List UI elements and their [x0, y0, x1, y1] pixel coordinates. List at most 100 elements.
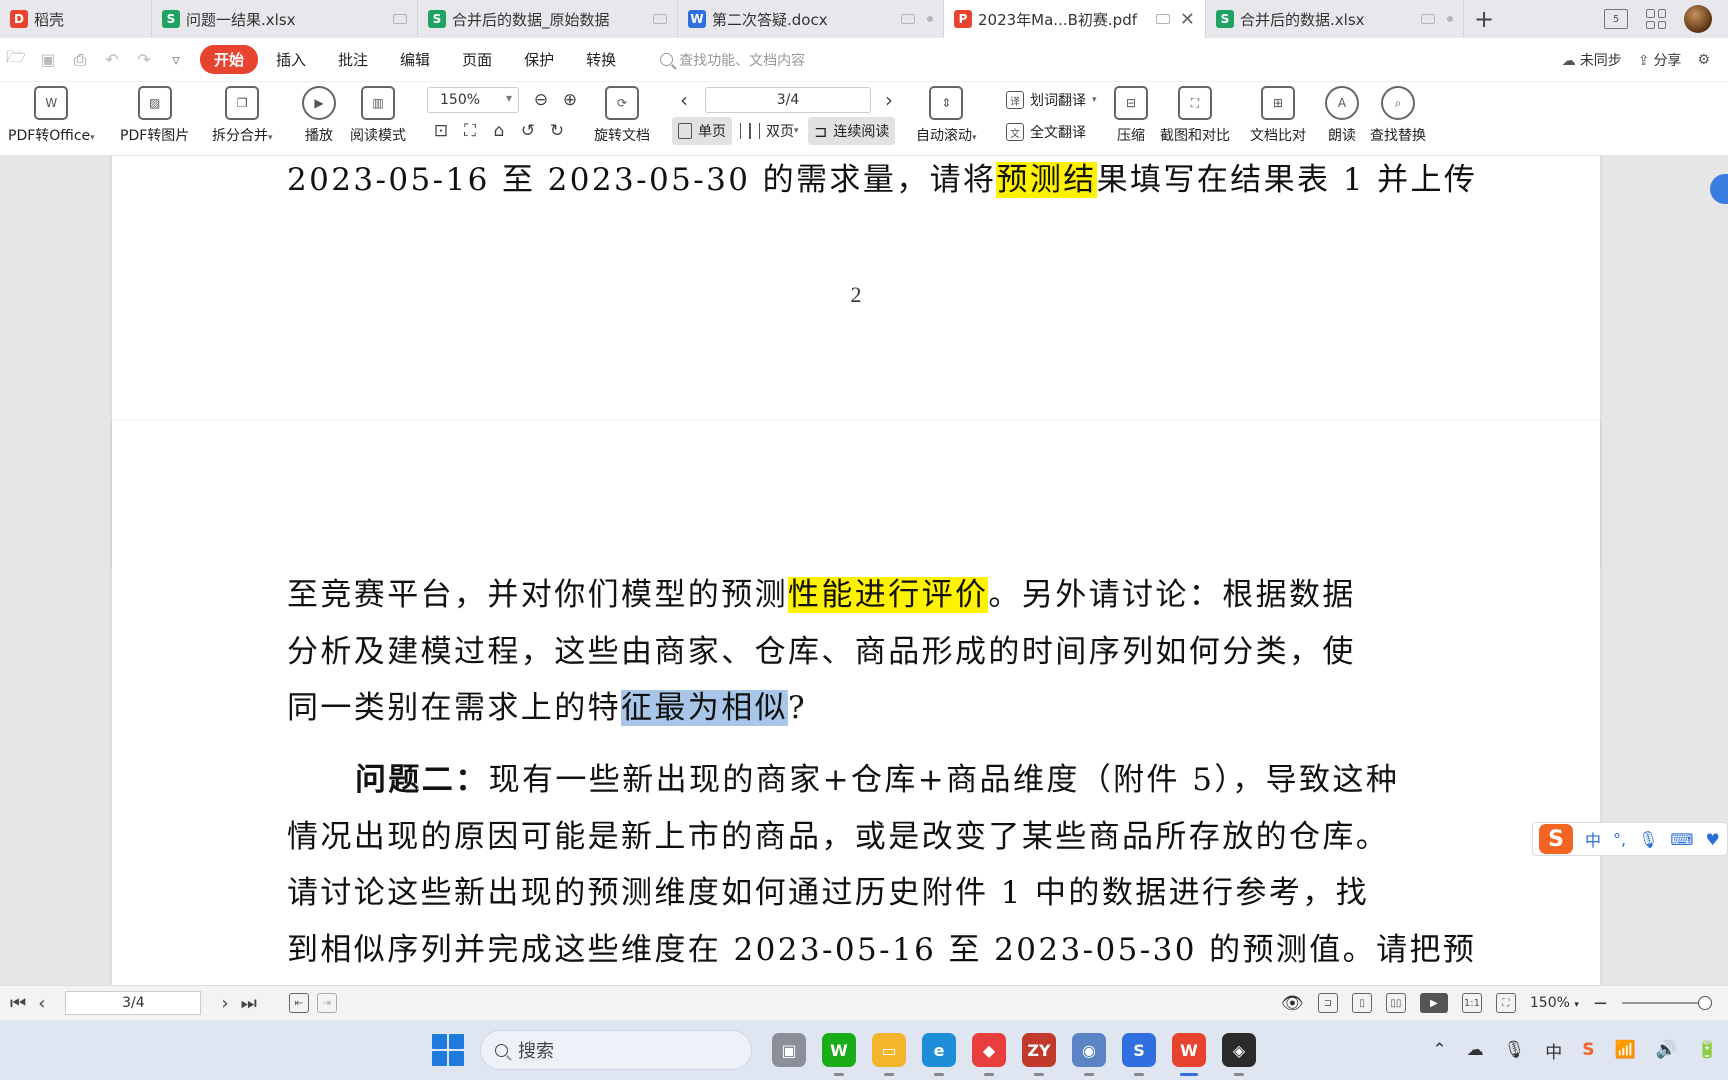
tab-qa-docx[interactable]: W 第二次答疑.docx — [678, 0, 944, 38]
tab-docer[interactable]: D 稻壳 — [0, 0, 152, 38]
window-list-icon[interactable]: 5 — [1604, 9, 1628, 29]
fit-page-icon[interactable]: ⛶ — [1495, 993, 1516, 1013]
pdf-to-office-button[interactable]: W PDF转Office▾ — [8, 86, 95, 145]
open-folder-icon[interactable]: 🗁 — [6, 46, 26, 73]
tab-merged-xlsx[interactable]: S 合并后的数据.xlsx — [1206, 0, 1464, 38]
ime-indicator[interactable]: 中 — [1545, 1038, 1562, 1063]
undo-icon[interactable]: ↶ — [102, 50, 122, 69]
screenshot-compare-button[interactable]: ⛶ 截图和对比 — [1160, 86, 1230, 145]
prev-page-icon[interactable]: ‹ — [38, 993, 45, 1014]
sogou-logo-icon[interactable]: S — [1539, 824, 1573, 854]
zoom-slider-knob[interactable] — [1698, 996, 1712, 1010]
highlight-yellow[interactable]: 预测结 — [996, 162, 1097, 198]
play-button[interactable]: ▶ 播放 — [302, 86, 336, 145]
single-page-view-icon[interactable]: ▯ — [1351, 993, 1372, 1013]
menu-convert[interactable]: 转换 — [572, 45, 630, 74]
file-explorer-taskbar-icon[interactable]: ▭ — [872, 1033, 906, 1076]
share-button[interactable]: ⇪ 分享 — [1638, 50, 1682, 70]
slideshow-play-icon[interactable]: ▶ — [1419, 993, 1448, 1013]
menu-protect[interactable]: 保护 — [510, 45, 568, 74]
find-replace-button[interactable]: ⌕ 查找替换 — [1370, 86, 1426, 145]
skin-icon[interactable]: ♥ — [1706, 830, 1720, 849]
wifi-icon[interactable]: 📶 — [1614, 1040, 1635, 1060]
full-translate-button[interactable]: 文 全文翻译 — [1006, 122, 1086, 142]
app-red-taskbar-icon[interactable]: ◆ — [972, 1033, 1006, 1076]
back-icon[interactable]: ⇤ — [288, 993, 309, 1013]
sogou-tray-icon[interactable]: S — [1582, 1040, 1594, 1060]
pin-icon[interactable] — [653, 14, 667, 24]
app-globe-taskbar-icon[interactable]: ◉ — [1072, 1033, 1106, 1076]
save-icon[interactable]: ▣ — [38, 50, 58, 69]
onedrive-icon[interactable]: ☁ — [1467, 1040, 1484, 1060]
rotate-right-icon[interactable]: ↻ — [546, 120, 568, 142]
auto-scroll-button[interactable]: ⇕ 自动滚动▾ — [916, 86, 977, 145]
menu-page[interactable]: 页面 — [448, 45, 506, 74]
zoom-select[interactable]: 150% ▾ — [427, 87, 519, 113]
last-page-icon[interactable]: ⏭ — [241, 993, 257, 1014]
microphone-icon[interactable]: 🎙 — [1638, 830, 1658, 849]
word-translate-button[interactable]: 译 划词翻译 ▾ — [1006, 90, 1097, 110]
menu-insert[interactable]: 插入 — [262, 45, 320, 74]
zoom-in-icon[interactable]: ⊕ — [559, 89, 581, 111]
edge-taskbar-icon[interactable]: e — [922, 1033, 956, 1076]
compress-button[interactable]: ⊟ 压缩 — [1114, 86, 1148, 145]
prev-page-icon[interactable]: ‹ — [680, 88, 688, 112]
settings-gear-icon[interactable]: ⚙ — [1697, 52, 1710, 68]
actual-size-icon[interactable]: ⊡ — [430, 120, 452, 142]
page-number-input[interactable]: 3/4 — [705, 87, 871, 113]
avatar[interactable] — [1684, 5, 1712, 33]
tab-merged-raw[interactable]: S 合并后的数据_原始数据 — [418, 0, 678, 38]
highlight-yellow[interactable]: 性能进行评价 — [788, 577, 989, 613]
document-viewport[interactable]: 2023-05-16 至 2023-05-30 的需求量，请将预测结果填写在结果… — [0, 156, 1728, 985]
read-mode-button[interactable]: ▥ 阅读模式 — [350, 86, 406, 145]
sync-status[interactable]: ☁ 未同步 — [1562, 50, 1622, 70]
keyboard-icon[interactable]: ⌨ — [1670, 830, 1693, 849]
windows-start-icon[interactable] — [432, 1034, 464, 1066]
task-view-taskbar-icon[interactable]: ▣ — [772, 1033, 806, 1067]
battery-icon[interactable]: 🔋 — [1697, 1040, 1718, 1060]
pin-icon[interactable] — [393, 14, 407, 24]
split-merge-button[interactable]: ❐ 拆分合并▾ — [212, 86, 273, 145]
eye-protect-icon[interactable]: 👁 — [1281, 993, 1304, 1014]
new-tab-button[interactable]: + — [1464, 0, 1504, 38]
more-chevron-icon[interactable]: ▿ — [166, 50, 186, 69]
taskbar-search[interactable]: 搜索 — [480, 1030, 752, 1070]
menu-home[interactable]: 开始 — [200, 45, 259, 74]
zoom-out-icon[interactable]: ⊖ — [530, 89, 552, 111]
status-zoom-select[interactable]: 150% ▾ — [1530, 995, 1579, 1011]
ime-mode-toggle[interactable]: 中 — [1585, 827, 1601, 851]
volume-icon[interactable]: 🔊 — [1656, 1040, 1677, 1060]
single-page-toggle[interactable]: 单页 — [672, 117, 732, 145]
text-selection[interactable]: 征最为相似 — [621, 690, 788, 726]
pin-icon[interactable] — [1421, 14, 1435, 24]
pdf-to-image-button[interactable]: ▨ PDF转图片 — [120, 86, 189, 145]
zy-taskbar-icon[interactable]: ZY — [1022, 1033, 1056, 1076]
forward-icon[interactable]: ⇥ — [316, 993, 337, 1013]
pin-icon[interactable] — [901, 14, 915, 24]
fit-width-icon[interactable]: ⌂ — [488, 120, 510, 142]
rotate-left-icon[interactable]: ↺ — [517, 120, 539, 142]
continuous-read-toggle[interactable]: ⊐ 连续阅读 — [808, 117, 896, 145]
tab-result-xlsx[interactable]: S 问题一结果.xlsx — [152, 0, 418, 38]
wechat-taskbar-icon[interactable]: W — [822, 1033, 856, 1076]
zoom-slider[interactable] — [1622, 996, 1712, 1010]
sogou-taskbar-icon[interactable]: S — [1122, 1033, 1156, 1076]
zoom-out-icon[interactable]: − — [1593, 993, 1608, 1014]
status-page-input[interactable]: 3/4 — [65, 991, 202, 1015]
game-app-taskbar-icon[interactable]: ◈ — [1222, 1033, 1256, 1076]
close-tab-icon[interactable]: ✕ — [1180, 9, 1195, 30]
print-icon[interactable]: ⎙ — [70, 50, 90, 70]
actual-size-icon[interactable]: 1:1 — [1461, 993, 1482, 1013]
fit-page-icon[interactable]: ⛶ — [459, 120, 481, 142]
double-page-toggle[interactable]: 双页 ▾ — [734, 117, 805, 145]
first-page-icon[interactable]: ⏮ — [10, 993, 26, 1014]
menu-annotate[interactable]: 批注 — [324, 45, 382, 74]
pin-icon[interactable] — [1155, 14, 1170, 24]
apps-grid-icon[interactable] — [1646, 9, 1666, 29]
next-page-icon[interactable]: › — [885, 88, 893, 112]
doc-compare-button[interactable]: ⊞ 文档比对 — [1250, 86, 1306, 145]
floating-assistant-button[interactable] — [1710, 174, 1728, 204]
double-page-view-icon[interactable]: ▯▯ — [1385, 993, 1406, 1013]
show-hidden-icons-chevron-icon[interactable]: ⌃ — [1432, 1040, 1446, 1060]
rotate-document-button[interactable]: ⟳ 旋转文档 — [594, 86, 650, 145]
